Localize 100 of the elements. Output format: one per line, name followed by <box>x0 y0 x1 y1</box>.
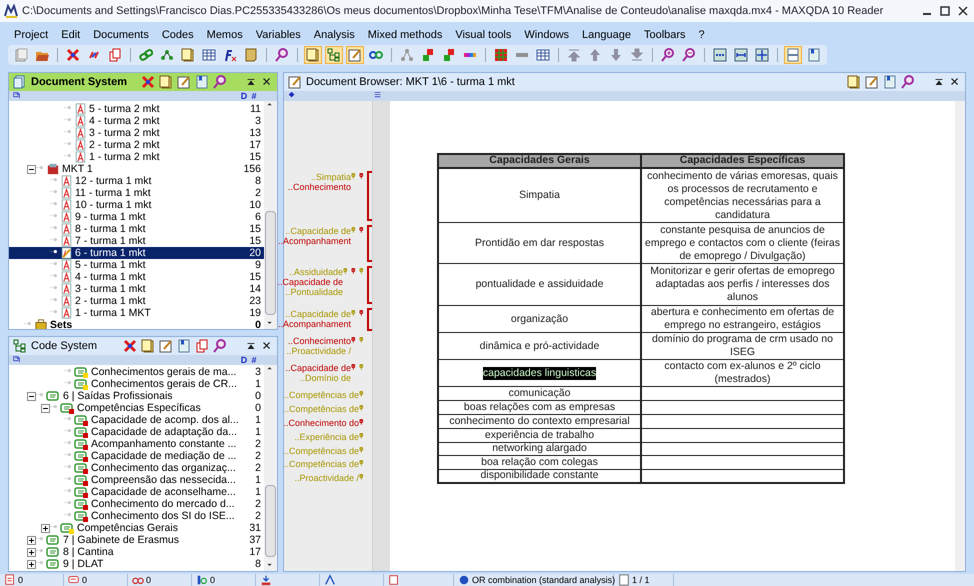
tree-row[interactable]: 3 - turma 1 mkt 14 <box>9 283 264 295</box>
scroll-thumb[interactable] <box>265 485 276 557</box>
toolbar-button[interactable] <box>346 46 364 64</box>
code-label[interactable]: ..Conhecimento <box>288 182 351 192</box>
tree-row[interactable]: 6 - turma 1 mkt 20 <box>9 247 264 259</box>
cross-icon[interactable] <box>141 75 155 89</box>
tree-row[interactable]: Sets 0 <box>9 319 264 329</box>
memo-icon[interactable] <box>159 339 173 353</box>
toolbar-button[interactable] <box>64 46 82 64</box>
tree-row[interactable]: 7 | Gabinete de Erasmus 37 <box>9 534 264 546</box>
copy-icon[interactable] <box>195 339 209 353</box>
tree-row[interactable]: 8 - turma 1 mkt 15 <box>9 223 264 235</box>
menu-item[interactable]: Project <box>14 26 48 44</box>
pin-icon[interactable] <box>245 76 257 88</box>
menu-item[interactable]: Codes <box>162 26 194 44</box>
menu-item[interactable]: Analysis <box>314 26 355 44</box>
tree-row[interactable]: 4 - turma 2 mkt 3 <box>9 115 264 127</box>
tree-row[interactable]: Conhecimento dos SI do ISE... 2 <box>9 510 264 522</box>
menu-item[interactable]: Language <box>582 26 631 44</box>
code-label[interactable]: ..Capacidade de <box>277 277 343 287</box>
memo-icon[interactable] <box>177 75 191 89</box>
menu-item[interactable]: Variables <box>256 26 301 44</box>
scrollbar[interactable] <box>955 101 965 571</box>
expand-icon[interactable] <box>27 536 36 544</box>
toolbar-button[interactable] <box>753 46 771 64</box>
close-icon[interactable] <box>261 340 273 352</box>
menu-item[interactable]: Edit <box>61 26 80 44</box>
toolbar-button[interactable] <box>492 46 510 64</box>
bookmark-icon[interactable] <box>883 75 897 89</box>
menu-item[interactable]: Mixed methods <box>368 26 442 44</box>
code-label[interactable]: ..Conhecimento do <box>283 418 359 428</box>
page-icon[interactable] <box>847 75 861 89</box>
tree-row[interactable]: 9 - turma 1 mkt 6 <box>9 211 264 223</box>
collapse-icon[interactable] <box>27 164 36 174</box>
tree-row[interactable]: Acompanhamento constante ... 2 <box>9 438 264 450</box>
tree-row[interactable]: 1 - turma 2 mkt 15 <box>9 151 264 163</box>
code-label[interactable]: ..Acompanhament <box>278 319 351 329</box>
expand-icon[interactable] <box>41 524 50 532</box>
toolbar-button[interactable] <box>711 46 729 64</box>
tree-row[interactable]: Conhecimento do mercado d... 2 <box>9 498 264 510</box>
tree-row[interactable]: 4 - turma 1 mkt 15 <box>9 271 264 283</box>
tree-row[interactable]: Conhecimentos gerais de ma... 3 <box>9 366 264 378</box>
cross-icon[interactable] <box>123 339 137 353</box>
menu-item[interactable]: Memos <box>206 26 243 44</box>
tree-row[interactable]: 12 - turma 1 mkt 8 <box>9 175 264 187</box>
toolbar-button[interactable] <box>784 46 802 64</box>
tree-row[interactable]: 10 - turma 1 mkt 10 <box>9 199 264 211</box>
menu-item[interactable]: Windows <box>524 26 570 44</box>
tree-row[interactable]: 2 - turma 1 mkt 23 <box>9 295 264 307</box>
tree-row[interactable]: Capacidade de mediação de ... 2 <box>9 450 264 462</box>
tree-row[interactable]: 3 - turma 2 mkt 13 <box>9 127 264 139</box>
tree-row[interactable]: Conhecimentos gerais de CR... 1 <box>9 378 264 390</box>
scroll-thumb[interactable] <box>265 211 276 315</box>
menu-item[interactable]: Documents <box>93 26 149 44</box>
expand-icon[interactable] <box>27 548 36 556</box>
tree-row[interactable]: Capacidade de acomp. dos al... 1 <box>9 414 264 426</box>
close-icon[interactable] <box>949 76 961 88</box>
memo-icon[interactable] <box>865 75 879 89</box>
search-icon[interactable] <box>901 75 915 89</box>
scrollbar[interactable] <box>264 365 277 571</box>
toolbar-button[interactable] <box>304 46 322 64</box>
toolbar-button[interactable] <box>659 46 677 64</box>
tree-row[interactable]: 8 | Cantina 17 <box>9 546 264 558</box>
tree-row[interactable]: Capacidade de adaptação da... 1 <box>9 426 264 438</box>
tree-row[interactable]: Competências Gerais 31 <box>9 522 264 534</box>
bookmark-icon[interactable] <box>195 75 209 89</box>
maximize-icon[interactable] <box>938 4 952 18</box>
close-icon[interactable] <box>261 76 273 88</box>
tree-row[interactable]: 6 | Saídas Profissionais 0 <box>9 390 264 402</box>
collapse-icon[interactable] <box>27 392 36 400</box>
menu-item[interactable]: Toolbars <box>644 26 686 44</box>
toolbar-button[interactable] <box>680 46 698 64</box>
tree-row[interactable]: Capacidade de aconselhame... 1 <box>9 486 264 498</box>
tree-row[interactable]: Conhecimento das organizaç... 2 <box>9 462 264 474</box>
pin-icon[interactable] <box>933 76 945 88</box>
tree-row[interactable]: 7 - turma 1 mkt 15 <box>9 235 264 247</box>
code-label[interactable]: ..Acompanhament <box>278 236 351 246</box>
menu-item[interactable]: Visual tools <box>455 26 512 44</box>
bookmark-icon[interactable] <box>177 339 191 353</box>
tree-row[interactable]: 1 - turma 1 MKT 19 <box>9 307 264 319</box>
search-icon[interactable] <box>213 75 227 89</box>
search-icon[interactable] <box>213 339 227 353</box>
menu-item[interactable]: ? <box>698 26 705 44</box>
tree-row[interactable]: 5 - turma 2 mkt 11 <box>9 103 264 115</box>
tree-row[interactable]: 9 | DLAT 8 <box>9 558 264 570</box>
code-label[interactable]: ..Conhecimento <box>288 336 351 346</box>
tree-row[interactable]: 11 - turma 1 mkt 2 <box>9 187 264 199</box>
expand-icon[interactable] <box>27 560 36 568</box>
toolbar-button[interactable] <box>732 46 750 64</box>
code-label[interactable]: ..Capacidade de <box>285 363 351 373</box>
tree-row[interactable]: Competências Específicas 0 <box>9 402 264 414</box>
close-icon[interactable] <box>956 4 970 18</box>
tree-row[interactable]: 2 - turma 2 mkt 17 <box>9 139 264 151</box>
tree-row[interactable]: MKT 1 156 <box>9 163 264 175</box>
collapse-icon[interactable] <box>41 404 50 412</box>
tree-row[interactable]: Compreensão das nessecida... 1 <box>9 474 264 486</box>
page-icon[interactable] <box>141 339 155 353</box>
scrollbar[interactable] <box>264 101 277 329</box>
toolbar-button[interactable] <box>273 46 291 64</box>
toolbar-button[interactable] <box>325 46 343 64</box>
